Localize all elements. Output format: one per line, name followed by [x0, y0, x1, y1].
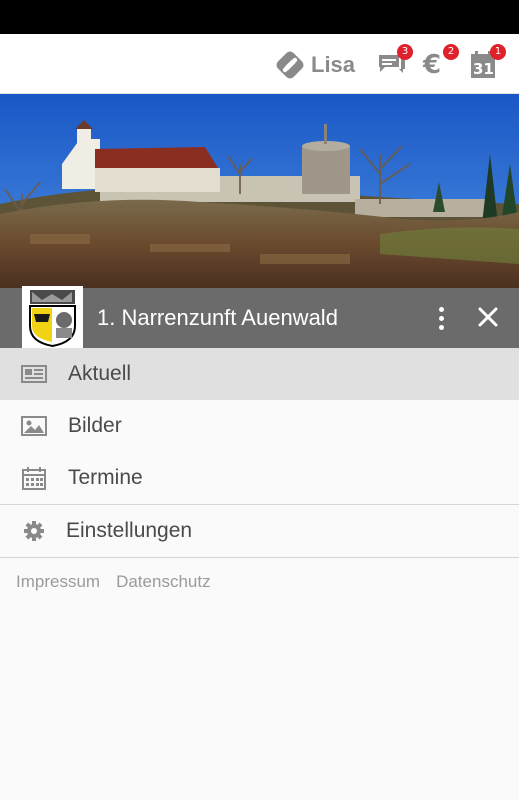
- footer-links: Impressum Datenschutz: [16, 572, 211, 592]
- organization-crest[interactable]: [22, 286, 83, 348]
- calendar-button[interactable]: 31 1: [470, 44, 506, 80]
- datenschutz-link[interactable]: Datenschutz: [116, 572, 211, 592]
- image-icon: [21, 416, 47, 436]
- top-bar: Lisa 3 € 2 31 1: [0, 34, 519, 94]
- organization-name: 1. Narrenzunft Auenwald: [97, 305, 338, 330]
- payments-button[interactable]: € 2: [423, 44, 459, 80]
- menu-item-bilder[interactable]: Bilder: [0, 400, 519, 452]
- more-dot-icon: [438, 306, 444, 312]
- menu-item-termine[interactable]: Termine: [0, 452, 519, 504]
- close-icon[interactable]: [474, 303, 502, 331]
- menu-divider: [0, 557, 519, 558]
- organization-bar: 1. Narrenzunft Auenwald: [0, 286, 519, 348]
- more-dot-icon: [438, 315, 444, 321]
- navigation-menu: Aktuell Bilder Termine Einstellungen: [0, 348, 519, 558]
- euro-icon: €: [423, 50, 442, 80]
- newspaper-icon: [21, 365, 47, 383]
- messages-badge: 3: [397, 44, 413, 60]
- app-logo-icon: [276, 51, 304, 79]
- header-image: [0, 94, 519, 288]
- calendar-icon: [22, 467, 46, 490]
- payments-badge: 2: [443, 44, 459, 60]
- more-options-button[interactable]: [430, 302, 452, 334]
- gear-icon: [24, 521, 44, 541]
- calendar-badge: 1: [490, 44, 506, 60]
- menu-item-label: Aktuell: [68, 362, 132, 385]
- calendar-day-number: 31: [473, 60, 494, 78]
- impressum-link[interactable]: Impressum: [16, 572, 100, 592]
- crest-icon: [29, 290, 76, 348]
- menu-item-label: Bilder: [68, 414, 122, 437]
- menu-item-label: Termine: [68, 466, 143, 489]
- menu-item-aktuell[interactable]: Aktuell: [0, 348, 519, 400]
- user-profile[interactable]: Lisa: [276, 50, 355, 80]
- messages-button[interactable]: 3: [377, 44, 413, 80]
- user-name[interactable]: Lisa: [311, 52, 355, 78]
- status-bar: [0, 0, 519, 34]
- settings-label: Einstellungen: [66, 519, 193, 542]
- more-dot-icon: [438, 324, 444, 330]
- menu-item-einstellungen[interactable]: Einstellungen: [0, 505, 519, 557]
